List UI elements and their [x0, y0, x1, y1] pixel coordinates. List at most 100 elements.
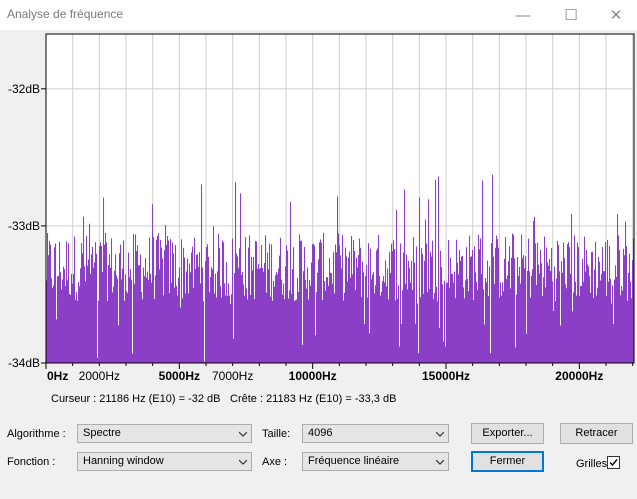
spectrum-bar: [375, 285, 377, 363]
spectrum-bar: [529, 271, 531, 363]
spectrum-bar: [260, 268, 262, 363]
spectrum-bar: [456, 239, 458, 363]
maximize-icon: ☐: [564, 7, 578, 24]
spectrum-bar: [351, 235, 353, 363]
spectrum-bar: [262, 267, 264, 363]
spectrum-bar: [411, 260, 413, 363]
spectrum-bar: [600, 280, 602, 363]
spectrum-bar: [274, 286, 276, 363]
spectrum-bar: [495, 247, 497, 363]
spectrum-bar: [576, 295, 578, 363]
spectrum-bar: [281, 279, 283, 363]
spectrum-bar: [115, 254, 117, 363]
algorithm-value: Spectre: [83, 427, 121, 439]
x-axis: 0Hz 2000Hz 5000Hz 7000Hz 10000Hz 15000Hz 20000…: [45, 363, 634, 383]
spectrum-bar: [621, 286, 623, 363]
spectrum-bar: [497, 239, 499, 363]
spectrum-bar: [92, 246, 94, 363]
spectrum-bar: [284, 299, 286, 363]
spectrum-bar: [397, 298, 399, 363]
spectrum-bar: [544, 236, 546, 363]
spectrum-bar: [148, 279, 150, 363]
spectrum-bar: [227, 295, 229, 363]
spectrum-bar: [52, 288, 54, 363]
spectrum-bar: [110, 267, 112, 363]
axis-select[interactable]: Fréquence linéaire: [302, 452, 449, 471]
spectrum-bar: [99, 246, 101, 363]
spectrum-bar: [57, 276, 59, 363]
y-tick-label: -33dB: [8, 219, 40, 233]
spectrum-bar: [625, 221, 627, 363]
spectrum-bar: [494, 284, 496, 363]
y-tick-label: -34dB: [8, 356, 40, 370]
spectrum-bar: [135, 234, 137, 363]
function-select[interactable]: Hanning window: [77, 452, 252, 471]
size-select[interactable]: 4096: [302, 424, 449, 443]
spectrum-bar: [487, 260, 489, 363]
spectrum-bar: [311, 262, 313, 363]
spectrum-bar: [619, 250, 621, 363]
close-button[interactable]: Fermer: [471, 451, 544, 472]
spectrum-plot-area: -32dB -33dB -34dB 0Hz 2000Hz 5000Hz 7000Hz 100…: [0, 30, 637, 390]
spectrum-bar: [451, 273, 453, 363]
spectrum-bar: [542, 296, 544, 363]
spectrum-bar: [533, 220, 535, 363]
close-window-button[interactable]: ✕: [593, 0, 637, 30]
spectrum-bar: [558, 244, 560, 363]
spectrum-bar: [255, 241, 257, 363]
spectrum-bar: [75, 299, 77, 363]
spectrum-bar: [95, 242, 97, 363]
spectrum-bar: [109, 254, 111, 363]
spectrum-bar: [461, 256, 463, 363]
spectrum-bar: [65, 285, 67, 363]
spectrum-bar: [157, 235, 159, 363]
spectrum-bar: [491, 242, 493, 363]
maximize-button[interactable]: ☐: [548, 0, 594, 30]
spectrum-bar: [476, 281, 478, 363]
spectrum-bar: [48, 255, 50, 363]
spectrum-bar: [304, 246, 306, 363]
minimize-button[interactable]: —: [500, 0, 546, 30]
spectrum-bar: [551, 248, 553, 363]
spectrum-bar: [330, 272, 332, 363]
spectrum-bar: [478, 235, 480, 363]
spectrum-bar: [584, 236, 586, 363]
spectrum-bar: [534, 216, 536, 363]
spectrum-bar: [55, 243, 57, 363]
spectrum-bar: [331, 273, 333, 363]
spectrum-bar: [179, 267, 181, 363]
spectrum-chart[interactable]: -32dB -33dB -34dB 0Hz 2000Hz 5000Hz 7000Hz 100…: [0, 30, 637, 390]
spectrum-bar: [515, 347, 517, 363]
spectrum-bar: [145, 258, 147, 363]
spectrum-bar: [606, 295, 608, 363]
spectrum-bar: [113, 286, 115, 363]
spectrum-bar: [104, 244, 106, 363]
spectrum-bar: [155, 275, 157, 363]
replot-button[interactable]: Retracer: [560, 423, 633, 444]
spectrum-bar: [305, 279, 307, 363]
spectrum-bar: [213, 226, 215, 363]
spectrum-bar: [394, 249, 396, 363]
spectrum-bar: [276, 271, 278, 363]
spectrum-bar: [553, 310, 555, 363]
spectrum-bar: [299, 234, 301, 363]
spectrum-bar: [569, 247, 571, 363]
spectrum-bar: [355, 290, 357, 363]
spectrum-bar: [124, 300, 126, 363]
spectrum-bar: [538, 264, 540, 363]
spectrum-bar: [383, 276, 385, 363]
algorithm-select[interactable]: Spectre: [77, 424, 252, 443]
spectrum-bar: [537, 242, 539, 363]
spectrum-bar: [287, 250, 289, 363]
export-button[interactable]: Exporter...: [471, 423, 544, 444]
spectrum-bar: [191, 252, 193, 363]
spectrum-bar: [452, 274, 454, 363]
grids-checkbox[interactable]: [607, 456, 620, 469]
spectrum-bar: [402, 290, 404, 363]
spectrum-bar: [82, 253, 84, 363]
spectrum-bar: [359, 238, 361, 363]
spectrum-bar: [607, 239, 609, 363]
spectrum-bar: [219, 248, 221, 363]
spectrum-bar: [376, 250, 378, 363]
spectrum-bar: [418, 353, 420, 363]
